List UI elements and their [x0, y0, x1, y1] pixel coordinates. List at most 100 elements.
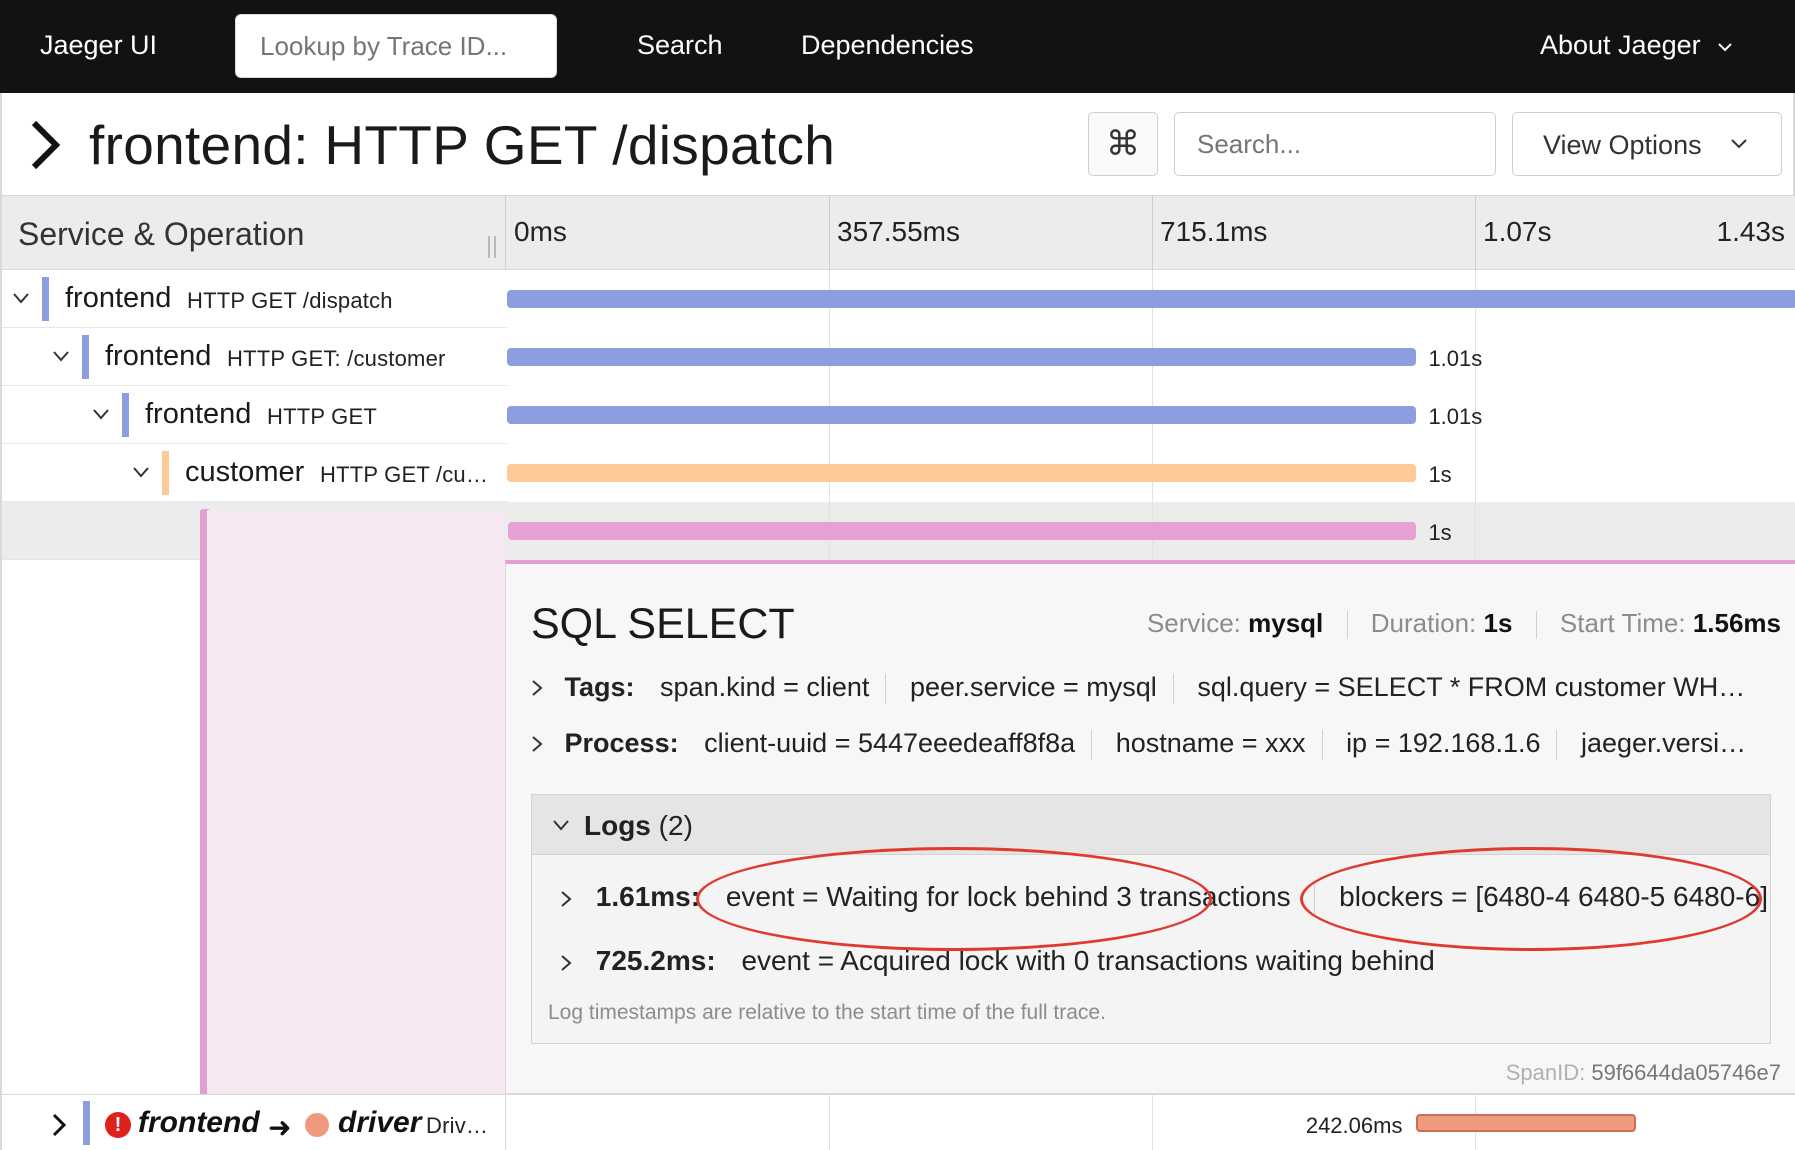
tag-item: sql.query = SELECT * FROM customer WH… [1197, 672, 1746, 702]
span-bar[interactable] [507, 348, 1417, 366]
span-timeline: 1s [507, 502, 1795, 560]
span-row-label: frontend HTTP GET /dispatch [2, 270, 507, 328]
process-item: hostname = xxx [1115, 728, 1306, 758]
span-bar[interactable] [507, 464, 1417, 482]
chevron-down-icon[interactable] [52, 350, 70, 362]
span-row[interactable]: frontend HTTP GET 1.01s [0, 386, 1795, 444]
span-meta: Service: mysql Duration: 1s Start Time: … [1147, 608, 1781, 640]
annotation-oval [696, 847, 1212, 951]
log-field: event = Acquired lock with 0 transaction… [741, 945, 1435, 976]
span-duration: 1s [1428, 520, 1452, 545]
trace-title: frontend: HTTP GET /dispatch [89, 114, 836, 176]
span-bar[interactable] [1416, 1114, 1636, 1132]
tags-label: Tags: [564, 672, 635, 702]
about-jaeger-menu[interactable]: About Jaeger [1540, 30, 1732, 61]
span-row[interactable]: customer HTTP GET /cu… 1s [0, 444, 1795, 502]
keyboard-shortcuts-button[interactable]: ⌘ [1088, 112, 1158, 176]
operation-name: HTTP GET: /customer [227, 346, 446, 371]
trace-header: frontend: HTTP GET /dispatch ⌘ View Opti… [0, 93, 1795, 196]
top-nav: Jaeger UI Search Dependencies About Jaeg… [0, 0, 1795, 93]
chevron-right-icon [561, 890, 572, 907]
service-value: mysql [1248, 608, 1324, 638]
process-item: jaeger.versi… [1581, 728, 1747, 758]
timeline-header: Service & Operation 0ms 357.55ms 715.1ms… [0, 196, 1795, 270]
logs-section: Logs (2) 1.61ms: event = Waiting for loc… [531, 794, 1771, 1044]
span-bar[interactable] [507, 406, 1417, 424]
logs-footnote: Log timestamps are relative to the start… [548, 1001, 1106, 1024]
span-duration: 1s [1428, 462, 1452, 487]
operation-name: Driv… [426, 1113, 489, 1138]
trace-id-lookup-input[interactable] [235, 14, 557, 78]
logs-title: Logs (2) [584, 810, 693, 842]
chevron-down-icon [553, 820, 569, 831]
logs-label: Logs [584, 810, 651, 841]
chevron-right-icon [531, 729, 557, 760]
chevron-down-icon [1718, 43, 1732, 52]
service-to: driver [338, 1106, 422, 1139]
span-timeline: 1.01s [507, 386, 1795, 444]
chevron-right-icon[interactable] [52, 1113, 66, 1137]
log-timestamp: 725.2ms: [595, 945, 716, 976]
service-name: frontend [105, 340, 212, 372]
process-section[interactable]: Process: client-uuid = 5447eeedeaff8f8a … [531, 728, 1746, 760]
detail-operation-title: SQL SELECT [531, 600, 795, 648]
process-item: ip = 192.168.1.6 [1346, 728, 1541, 758]
service-dot-icon [305, 1113, 329, 1137]
service-color-bar [122, 393, 129, 437]
error-icon: ! [105, 1112, 131, 1138]
span-row[interactable]: ! frontend ➜ driver Driv… 242.06ms [0, 1094, 1795, 1150]
detail-indent-area [200, 510, 505, 1094]
chevron-right-icon[interactable] [30, 119, 60, 171]
brand-link[interactable]: Jaeger UI [40, 30, 157, 61]
span-detail-panel: SQL SELECT Service: mysql Duration: 1s S… [505, 560, 1795, 1094]
operation-name: HTTP GET /dispatch [187, 288, 393, 313]
span-timeline [507, 270, 1795, 328]
trace-search-input[interactable] [1174, 112, 1496, 176]
span-timeline: 1s [507, 444, 1795, 502]
arrow-right-icon: ➜ [268, 1112, 292, 1143]
span-row[interactable]: frontend HTTP GET: /customer 1.01s [0, 328, 1795, 386]
span-bar[interactable] [507, 290, 1795, 308]
span-row[interactable]: frontend HTTP GET /dispatch [0, 270, 1795, 328]
service-name: frontend [65, 282, 172, 314]
process-item: client-uuid = 5447eeedeaff8f8a [704, 728, 1076, 758]
column-resizer-handle[interactable] [488, 236, 496, 258]
start-time-label: Start Time: [1559, 608, 1686, 638]
about-jaeger-label: About Jaeger [1540, 30, 1701, 60]
duration-label: Duration: [1370, 608, 1477, 638]
process-label: Process: [564, 728, 679, 758]
nav-search-link[interactable]: Search [637, 30, 723, 61]
logs-count: (2) [658, 810, 693, 841]
span-row-label: frontend HTTP GET: /customer [2, 328, 507, 386]
span-timeline: 1.01s [507, 328, 1795, 386]
tick-label: 357.55ms [837, 216, 960, 247]
service-operation-column-label: Service & Operation [18, 216, 305, 252]
chevron-down-icon[interactable] [12, 292, 30, 304]
nav-dependencies-link[interactable]: Dependencies [801, 30, 974, 61]
log-timestamp: 1.61ms: [595, 881, 701, 912]
operation-name: HTTP GET /cu… [320, 462, 489, 487]
span-bar[interactable] [508, 522, 1417, 540]
chevron-right-icon [531, 673, 557, 704]
tick-label: 1.07s [1483, 216, 1552, 247]
operation-name: HTTP GET [267, 404, 377, 429]
service-color-bar [83, 1101, 90, 1145]
chevron-down-icon[interactable] [132, 466, 150, 478]
annotation-oval [1300, 847, 1762, 951]
view-options-dropdown[interactable]: View Options [1512, 112, 1782, 176]
tag-item: peer.service = mysql [909, 672, 1157, 702]
span-id-value: 59f6644da05746e7 [1591, 1060, 1781, 1085]
logs-header[interactable]: Logs (2) [532, 795, 1770, 855]
chevron-down-icon[interactable] [92, 408, 110, 420]
span-id-label: SpanID: [1505, 1060, 1586, 1085]
tags-section[interactable]: Tags: span.kind = client peer.service = … [531, 672, 1745, 704]
span-duration: 242.06ms [1305, 1113, 1403, 1138]
chevron-down-icon [1731, 139, 1747, 149]
view-options-label: View Options [1543, 130, 1702, 160]
tick-label: 715.1ms [1160, 216, 1268, 247]
service-name: customer [185, 456, 305, 488]
span-id: SpanID: 59f6644da05746e7 [1506, 1060, 1781, 1086]
service-color-bar [42, 277, 49, 321]
duration-value: 1s [1483, 608, 1513, 638]
service-color-bar [82, 335, 89, 379]
